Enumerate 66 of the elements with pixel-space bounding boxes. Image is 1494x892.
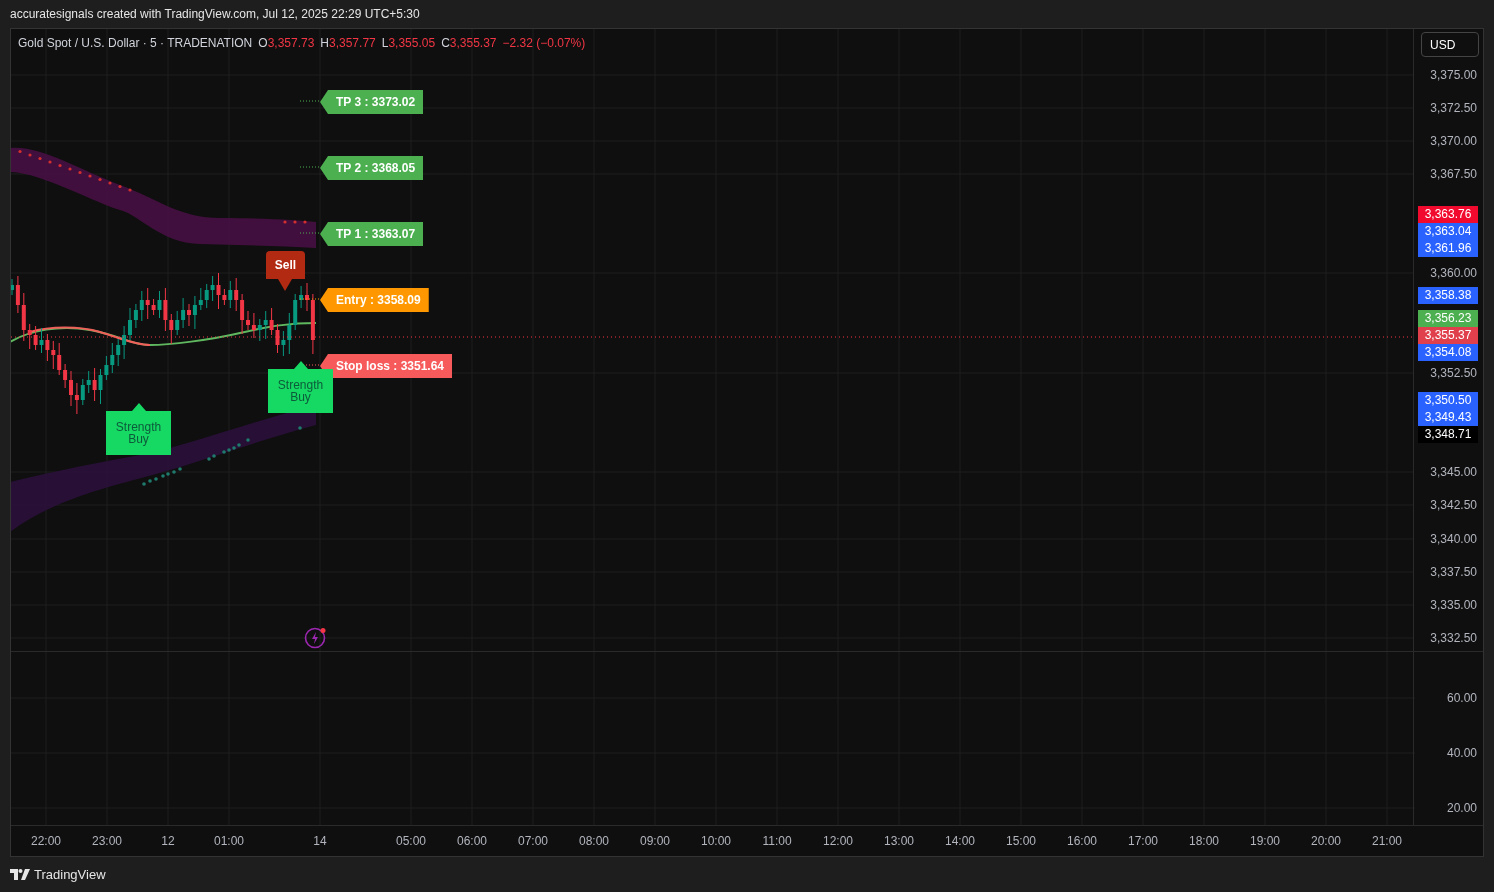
- price-badge: 3,361.96: [1418, 240, 1478, 257]
- signal-label: TP 2 : 3368.05: [320, 156, 424, 180]
- strength-buy-label: Strength Buy: [268, 361, 333, 413]
- price-tick: 3,332.50: [1430, 631, 1477, 645]
- time-label: 12: [161, 834, 175, 848]
- symbol-title: Gold Spot / U.S. Dollar · 5 · TRADENATION: [18, 35, 253, 52]
- indicator-tick: 20.00: [1446, 801, 1477, 815]
- time-label: 07:00: [518, 834, 548, 848]
- time-label: 05:00: [396, 834, 426, 848]
- price-badge: 3,363.04: [1418, 223, 1478, 240]
- price-tick: 3,370.00: [1430, 134, 1477, 148]
- time-label: 08:00: [579, 834, 609, 848]
- price-tick: 3,352.50: [1430, 366, 1477, 380]
- time-label: 22:00: [31, 834, 61, 848]
- price-tick: 3,337.50: [1430, 565, 1477, 579]
- signal-label: TP 3 : 3373.02: [320, 90, 424, 114]
- price-tick: 3,345.00: [1430, 465, 1477, 479]
- time-label: 12:00: [823, 834, 853, 848]
- signal-label: TP 1 : 3363.07: [320, 222, 424, 246]
- price-badge: 3,363.76: [1418, 206, 1478, 223]
- ohlc-value: C3,355.37: [441, 35, 497, 52]
- time-label: 21:00: [1372, 834, 1402, 848]
- price-badge: 3,349.43: [1418, 409, 1478, 426]
- price-tick: 3,342.50: [1430, 498, 1477, 512]
- price-change: −2.32 (−0.07%): [502, 35, 586, 52]
- time-label: 10:00: [701, 834, 731, 848]
- time-label: 19:00: [1250, 834, 1280, 848]
- price-tick: 3,335.00: [1430, 598, 1477, 612]
- time-label: 01:00: [214, 834, 244, 848]
- time-label: 16:00: [1067, 834, 1097, 848]
- tradingview-logo-icon: [10, 869, 30, 880]
- time-label: 23:00: [92, 834, 122, 848]
- price-badge: 3,348.71: [1418, 426, 1478, 443]
- strength-buy-label: Strength Buy: [106, 403, 171, 455]
- footer-brand: TradingView: [34, 865, 106, 884]
- price-badge: 3,355.37: [1418, 327, 1478, 344]
- price-badge: 3,350.50: [1418, 392, 1478, 409]
- currency-button[interactable]: USD: [1421, 32, 1479, 57]
- price-tick: 3,367.50: [1430, 167, 1477, 181]
- indicator-tick: 60.00: [1446, 691, 1477, 705]
- ohlc-value: H3,357.77: [320, 35, 376, 52]
- ohlc-value: O3,357.73: [258, 35, 315, 52]
- price-badge: 3,358.38: [1418, 287, 1478, 304]
- indicator-tick: 40.00: [1446, 746, 1477, 760]
- price-tick: 3,340.00: [1430, 532, 1477, 546]
- time-label: 11:00: [762, 834, 792, 848]
- sell-label: Sell: [266, 251, 305, 291]
- lightning-icon[interactable]: [304, 627, 328, 649]
- time-label: 14: [313, 834, 327, 848]
- signal-label: Stop loss : 3351.64: [320, 354, 453, 378]
- time-label: 20:00: [1311, 834, 1341, 848]
- time-label: 14:00: [945, 834, 975, 848]
- snapshot-header: accuratesignals created with TradingView.com, Jul 12, 2025 22:29 UTC+5:30: [10, 6, 420, 23]
- time-label: 17:00: [1128, 834, 1158, 848]
- price-tick: 3,360.00: [1430, 266, 1477, 280]
- price-badge: 3,356.23: [1418, 310, 1478, 327]
- time-label: 09:00: [640, 834, 670, 848]
- ohlc-value: L3,355.05: [381, 35, 436, 52]
- time-label: 06:00: [457, 834, 487, 848]
- price-tick: 3,372.50: [1430, 101, 1477, 115]
- price-badge: 3,354.08: [1418, 344, 1478, 361]
- time-label: 13:00: [884, 834, 914, 848]
- time-label: 18:00: [1189, 834, 1219, 848]
- signal-label: Entry : 3358.09: [320, 288, 429, 312]
- price-tick: 3,375.00: [1430, 68, 1477, 82]
- time-label: 15:00: [1006, 834, 1036, 848]
